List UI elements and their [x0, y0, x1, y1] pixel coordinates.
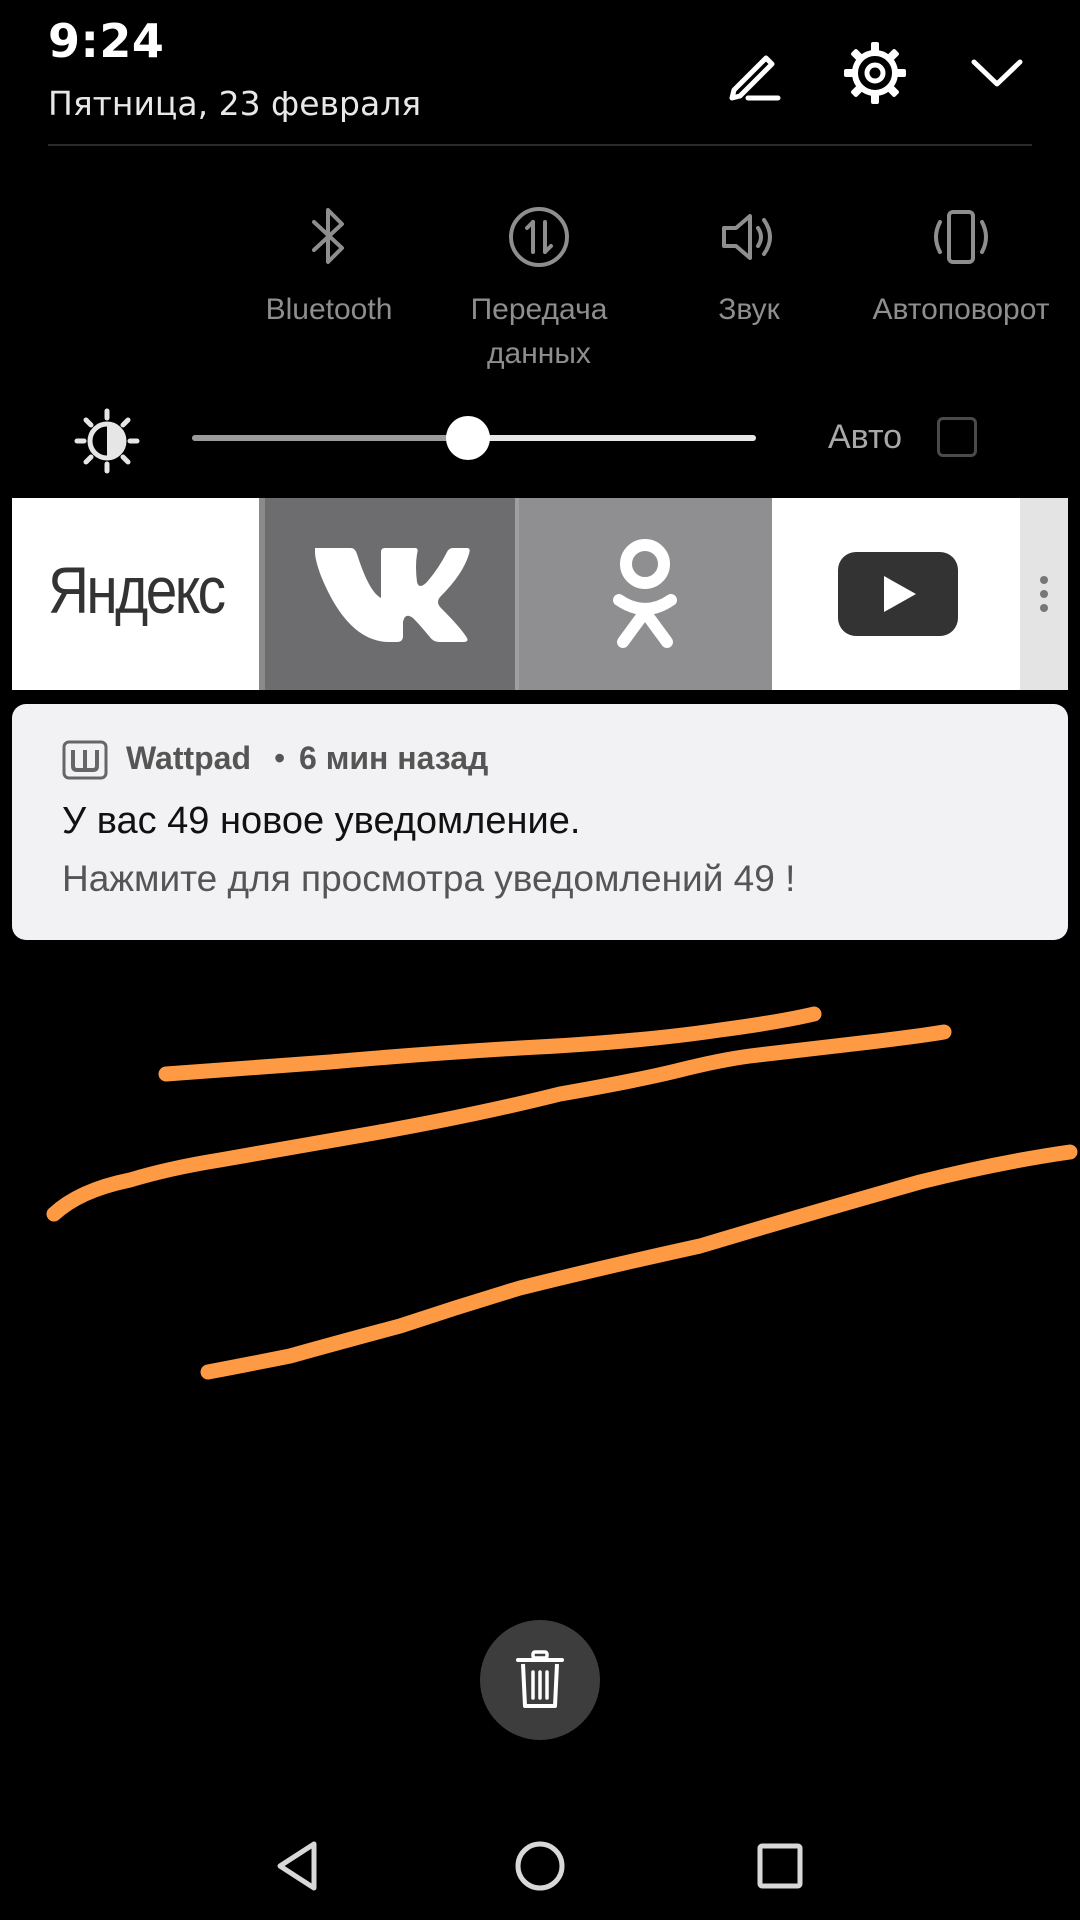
- brightness-auto-label: Авто: [828, 418, 903, 456]
- toggle-bluetooth[interactable]: Bluetooth: [224, 200, 434, 332]
- sound-icon: [722, 214, 772, 260]
- orange-scribble-annotation: [46, 1006, 1078, 1380]
- brightness-auto-checkbox[interactable]: [937, 417, 977, 457]
- bluetooth-icon: [312, 208, 344, 264]
- brightness-slider-remaining: [468, 435, 756, 441]
- notification-time: 6 мин назад: [299, 740, 489, 776]
- vk-shortcut[interactable]: [258, 498, 516, 690]
- settings-icon[interactable]: [840, 38, 910, 108]
- header-divider: [48, 144, 1032, 146]
- nav-recents-button[interactable]: [750, 1836, 810, 1896]
- toggle-hidden[interactable]: [40, 200, 250, 214]
- collapse-chevron-icon[interactable]: [962, 38, 1032, 108]
- odnoklassniki-logo: [613, 539, 678, 648]
- toggle-mobile-data-label: Передача данных: [470, 293, 608, 370]
- youtube-shortcut[interactable]: [771, 498, 1021, 690]
- auto-rotate-icon: [934, 210, 988, 264]
- trash-icon: [516, 1650, 564, 1708]
- notification-separator: •: [274, 740, 286, 776]
- toggle-bluetooth-label: Bluetooth: [265, 293, 393, 326]
- brightness-slider-thumb[interactable]: [446, 416, 491, 460]
- yandex-logo: Яндекс: [48, 553, 226, 627]
- toggle-auto-rotate[interactable]: Автоповорот: [856, 200, 1066, 332]
- notification-text: Нажмите для просмотра уведомлений 49 !: [62, 858, 796, 899]
- more-options-icon[interactable]: [1020, 498, 1068, 690]
- shortcut-bar: Яндекс: [12, 498, 1068, 690]
- wattpad-notification[interactable]: Wattpad • 6 мин назад У вас 49 новое уве…: [12, 704, 1068, 940]
- toggle-sound[interactable]: Звук: [644, 200, 854, 332]
- nav-home-button[interactable]: [510, 1836, 570, 1896]
- notification-app-name: Wattpad: [126, 740, 252, 776]
- vk-logo: [314, 548, 470, 642]
- recents-icon: [757, 1843, 803, 1889]
- wattpad-icon: [62, 740, 108, 780]
- clock: 9:24: [48, 14, 165, 68]
- brightness-slider[interactable]: [192, 416, 756, 460]
- yandex-shortcut[interactable]: Яндекс: [12, 498, 259, 690]
- toggle-mobile-data[interactable]: Передача данных: [434, 200, 644, 376]
- clear-notifications-button[interactable]: [480, 1620, 600, 1740]
- edit-icon[interactable]: [718, 38, 788, 108]
- home-icon: [515, 1841, 565, 1891]
- brightness-slider-fill: [192, 435, 469, 441]
- brightness-icon: [74, 408, 140, 474]
- mobile-data-icon: [509, 207, 569, 267]
- shade-header: 9:24 Пятница, 23 февраля: [0, 0, 1080, 146]
- notification-title: У вас 49 новое уведомление.: [62, 800, 581, 842]
- toggle-auto-rotate-label: Автоповорот: [872, 293, 1050, 326]
- youtube-logo: [837, 552, 958, 636]
- toggle-sound-label: Звук: [718, 293, 780, 326]
- back-icon: [277, 1841, 317, 1891]
- odnoklassniki-shortcut[interactable]: [515, 498, 772, 690]
- nav-back-button[interactable]: [270, 1836, 330, 1896]
- date-label[interactable]: Пятница, 23 февраля: [48, 84, 421, 123]
- notification-shade: 9:24 Пятница, 23 февраля Bluetooth Перед…: [0, 0, 1080, 1920]
